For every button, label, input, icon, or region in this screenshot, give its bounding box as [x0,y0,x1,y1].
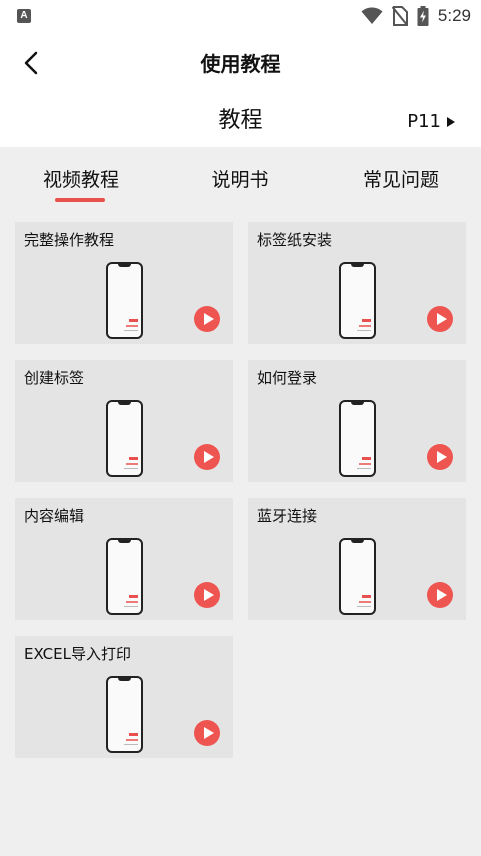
status-time: 5:29 [437,6,471,25]
model-label: P11 [407,111,441,132]
play-button[interactable] [194,720,220,746]
play-button[interactable] [427,444,453,470]
tab-faq[interactable]: 常见问题 [358,165,444,192]
play-icon [436,589,447,601]
battery-charging-icon [417,6,429,26]
play-button[interactable] [194,444,220,470]
video-title: 如何登录 [257,369,318,387]
tab-manual[interactable]: 说明书 [205,165,275,192]
video-card[interactable]: EXCEL导入打印 [15,636,233,758]
play-icon [436,451,447,463]
video-title: 内容编辑 [24,507,85,525]
video-card[interactable]: 如何登录 [248,360,466,482]
caret-right-icon [447,116,455,127]
video-card[interactable]: 蓝牙连接 [248,498,466,620]
no-sim-icon [391,6,408,26]
play-icon [203,451,214,463]
play-button[interactable] [427,306,453,332]
play-icon [203,727,214,739]
video-title: 完整操作教程 [24,231,115,249]
app-notification-icon: A [17,9,31,23]
video-card[interactable]: 创建标签 [15,360,233,482]
video-title: 标签纸安装 [257,231,333,249]
video-title: EXCEL导入打印 [24,645,131,663]
video-card[interactable]: 完整操作教程 [15,222,233,344]
video-card[interactable]: 标签纸安装 [248,222,466,344]
status-icons: 5:29 [361,5,471,27]
phone-thumbnail [339,400,376,477]
tab-bar: 视频教程 说明书 常见问题 [0,147,481,207]
phone-thumbnail [106,676,143,753]
tab-video-tutorial[interactable]: 视频教程 [38,165,124,192]
phone-thumbnail [339,538,376,615]
phone-thumbnail [106,538,143,615]
play-icon [203,589,214,601]
page-title: 使用教程 [200,52,281,76]
play-button[interactable] [194,306,220,332]
video-title: 创建标签 [24,369,85,387]
wifi-icon [361,7,383,24]
status-bar: A 5:29 [0,0,481,34]
phone-thumbnail [106,400,143,477]
phone-thumbnail [339,262,376,339]
active-tab-indicator [55,198,105,202]
video-title: 蓝牙连接 [257,507,318,525]
top-app-bar: 使用教程 [0,34,481,90]
play-icon [203,313,214,325]
play-button[interactable] [427,582,453,608]
model-selector[interactable]: P11 [407,111,455,132]
tutorial-header: 教程 P11 [0,90,481,147]
play-icon [436,313,447,325]
play-button[interactable] [194,582,220,608]
video-card[interactable]: 内容编辑 [15,498,233,620]
phone-thumbnail [106,262,143,339]
